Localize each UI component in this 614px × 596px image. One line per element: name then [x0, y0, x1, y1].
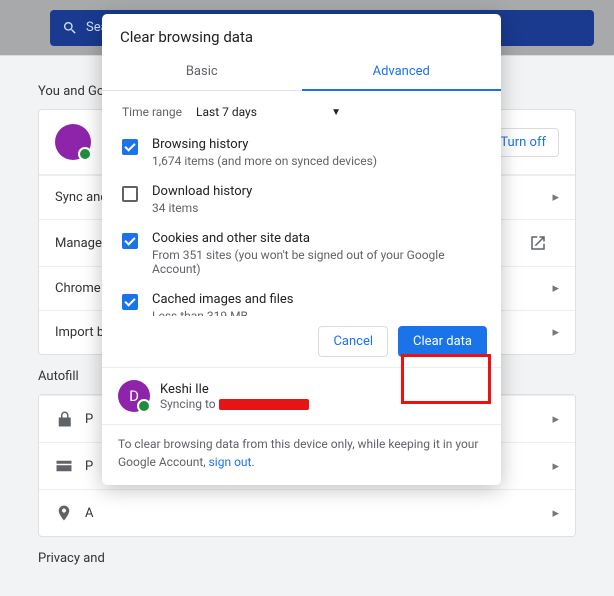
- clear-data-item: Browsing history 1,674 items (and more on…: [114, 129, 489, 176]
- checkbox[interactable]: [122, 294, 138, 310]
- dropdown-icon: ▼: [331, 107, 341, 118]
- checkbox[interactable]: [122, 233, 138, 249]
- checkbox[interactable]: [122, 139, 138, 155]
- item-subtitle: From 351 sites (you won't be signed out …: [152, 248, 481, 276]
- time-range-select[interactable]: Last 7 days ▼: [196, 105, 341, 119]
- item-title: Browsing history: [152, 137, 377, 152]
- chevron-right-icon: ▸: [552, 506, 559, 521]
- tab-basic[interactable]: Basic: [102, 54, 302, 90]
- profile-name: Keshi Ile: [160, 382, 309, 397]
- cancel-button[interactable]: Cancel: [318, 326, 388, 357]
- signout-note: To clear browsing data from this device …: [102, 424, 501, 485]
- item-subtitle: Less than 319 MB: [152, 309, 293, 316]
- avatar: D: [118, 380, 150, 412]
- item-title: Download history: [152, 184, 252, 199]
- clear-data-item: Cached images and files Less than 319 MB: [114, 284, 489, 316]
- tab-advanced[interactable]: Advanced: [302, 54, 502, 91]
- clear-browsing-data-dialog: Clear browsing data Basic Advanced Time …: [102, 14, 501, 485]
- clear-data-item: Cookies and other site data From 351 site…: [114, 223, 489, 284]
- sign-out-link[interactable]: sign out: [209, 455, 252, 469]
- item-title: Cookies and other site data: [152, 231, 481, 246]
- clear-data-button[interactable]: Clear data: [398, 326, 487, 357]
- redacted-email: [219, 399, 309, 410]
- item-subtitle: 34 items: [152, 201, 252, 215]
- dialog-title: Clear browsing data: [102, 14, 501, 54]
- clear-data-item: Download history 34 items: [114, 176, 489, 223]
- profile-sync-status: Syncing to: [160, 397, 309, 411]
- item-title: Cached images and files: [152, 292, 293, 307]
- checkbox[interactable]: [122, 186, 138, 202]
- section-privacy: Privacy and: [38, 551, 576, 566]
- time-range-label: Time range: [122, 105, 182, 119]
- item-subtitle: 1,674 items (and more on synced devices): [152, 154, 377, 168]
- profile-row: D Keshi Ile Syncing to: [102, 367, 501, 424]
- location-icon: [55, 504, 73, 522]
